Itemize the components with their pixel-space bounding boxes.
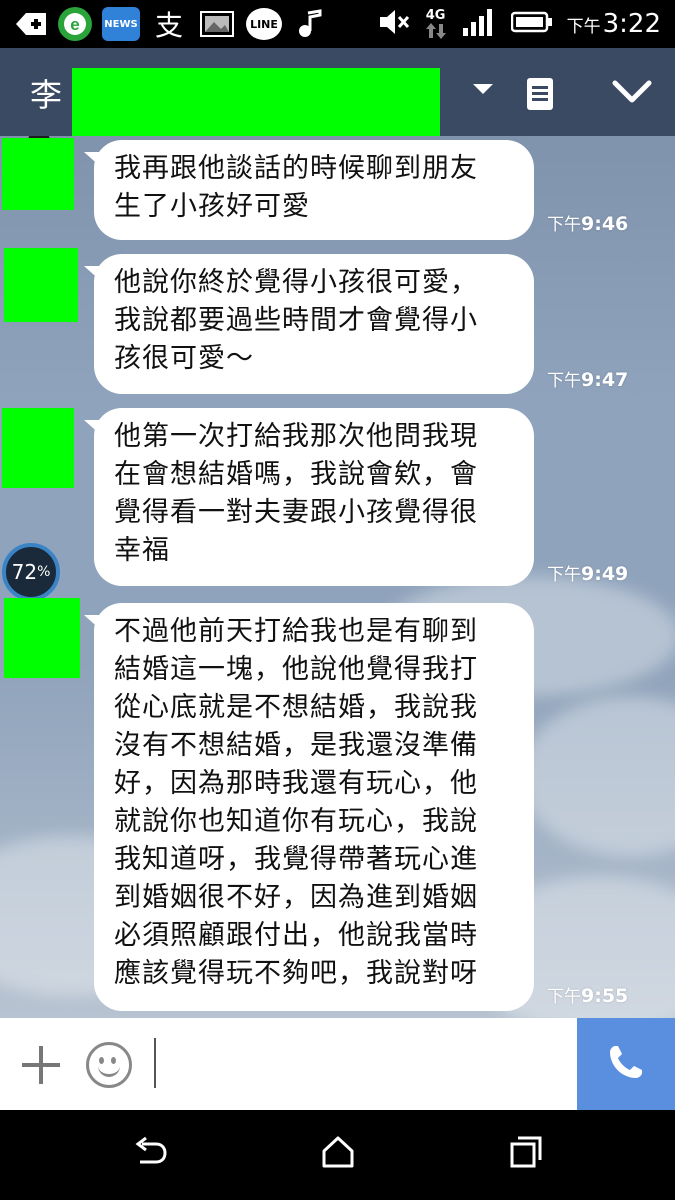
battery-overlay-widget[interactable]: 72%: [2, 543, 60, 601]
avatar-redacted[interactable]: [2, 408, 74, 488]
background-cloud: [520, 696, 675, 856]
home-icon[interactable]: [320, 1134, 356, 1174]
message-input[interactable]: [154, 1038, 156, 1088]
chevron-down-icon[interactable]: [473, 84, 493, 94]
message-line: 從心底就是不想結婚，我說我: [114, 692, 478, 723]
emoji-icon[interactable]: [86, 1042, 132, 1088]
message-time: 下午9:55: [547, 982, 628, 1007]
battery-icon: [510, 10, 553, 38]
call-button[interactable]: [577, 1018, 675, 1110]
zhi-app-label: 支: [154, 9, 183, 42]
battery-overlay-unit: %: [37, 564, 51, 580]
message-time-prefix: 下午: [547, 215, 581, 235]
message-line: 覺得看一對夫妻跟小孩覺得很: [114, 497, 478, 528]
network-4g-icon: 4G: [425, 9, 447, 39]
plus-icon[interactable]: [22, 1046, 60, 1084]
avatar-redacted[interactable]: [4, 248, 78, 322]
news-app-label: NEWS: [104, 18, 138, 30]
avatar-redacted[interactable]: [2, 138, 74, 210]
message-line: 他說你終於覺得小孩很可愛，: [114, 267, 478, 298]
system-status: 4G 下午3:22: [377, 6, 661, 42]
battery-overlay-value: 72: [11, 560, 38, 584]
clock-time: 3:22: [602, 9, 661, 39]
message-line: 應該覺得玩不夠吧，我說對呀: [114, 958, 478, 989]
message-time: 下午9:49: [547, 560, 628, 585]
message-bubble[interactable]: 他第一次打給我那次他問我現 在會想結婚嗎，我說會欸，會 覺得看一對夫妻跟小孩覺得…: [84, 408, 534, 586]
message-line: 孩很可愛～: [114, 343, 254, 374]
message-line: 不過他前天打給我也是有聊到: [114, 616, 478, 647]
message-input-bar: [0, 1018, 675, 1110]
message-line: 我說都要過些時間才會覺得小: [114, 305, 478, 336]
browser-e-icon: e: [58, 7, 92, 41]
system-nav-bar: [0, 1110, 675, 1200]
message-time-prefix: 下午: [547, 565, 581, 585]
message-line: 生了小孩好可愛: [114, 191, 310, 222]
message-time-value: 9:55: [581, 985, 629, 1007]
music-note-icon: [292, 7, 330, 41]
message-line: 沒有不想結婚，是我還沒準備: [114, 730, 478, 761]
line-app-icon: LINE: [246, 8, 282, 40]
message-line: 結婚這一塊，他說他覺得我打: [114, 654, 478, 685]
network-type-label: 4G: [425, 8, 446, 23]
plus-badge-icon: [14, 7, 48, 41]
collapse-chevron-icon[interactable]: [612, 78, 652, 110]
message-line: 在會想結婚嗎，我說會欸，會: [114, 459, 478, 490]
message-time: 下午9:46: [547, 210, 628, 235]
notification-icons: e NEWS 支 LINE: [14, 6, 330, 42]
status-bar: e NEWS 支 LINE 4G 下午3:22: [0, 0, 675, 48]
message-line: 他第一次打給我那次他問我現: [114, 421, 478, 452]
message-line: 必須照顧跟付出，他說我當時: [114, 920, 478, 951]
message-bubble[interactable]: 他說你終於覺得小孩很可愛， 我說都要過些時間才會覺得小 孩很可愛～: [84, 254, 534, 394]
message-time-value: 9:49: [581, 563, 629, 585]
message-line: 到婚姻很不好，因為進到婚姻: [114, 882, 478, 913]
message-bubble[interactable]: 我再跟他談話的時候聊到朋友 生了小孩好可愛: [84, 140, 534, 240]
message-time: 下午9:47: [547, 366, 628, 391]
message-bubble[interactable]: 不過他前天打給我也是有聊到 結婚這一塊，他說他覺得我打 從心底就是不想結婚，我說…: [84, 603, 534, 1011]
chat-header: 李: [0, 48, 675, 158]
message-time-prefix: 下午: [547, 371, 581, 391]
clock-prefix: 下午: [566, 17, 601, 37]
chat-message-list[interactable]: 我再跟他談話的時候聊到朋友 生了小孩好可愛 下午9:46 他說你終於覺得小孩很可…: [0, 136, 675, 1018]
clock: 下午3:22: [567, 9, 661, 39]
message-line: 好，因為那時我還有玩心，他: [114, 768, 478, 799]
signal-icon: [461, 6, 497, 42]
message-time-prefix: 下午: [547, 987, 581, 1007]
message-line: 幸福: [114, 535, 170, 566]
notes-icon[interactable]: [527, 78, 553, 110]
message-time-value: 9:46: [581, 213, 629, 235]
message-line: 我知道呀，我覺得帶著玩心進: [114, 844, 478, 875]
svg-text:e: e: [70, 15, 79, 34]
message-time-value: 9:47: [581, 369, 629, 391]
line-app-label: LINE: [250, 17, 278, 31]
gallery-icon: [198, 7, 236, 41]
zhi-app-icon: 支: [150, 7, 188, 42]
recent-apps-icon[interactable]: [508, 1134, 544, 1174]
mute-icon: [377, 7, 411, 41]
message-line: 就說你也知道你有玩心，我說: [114, 806, 478, 837]
back-icon[interactable]: [132, 1134, 168, 1174]
avatar-redacted[interactable]: [4, 598, 80, 678]
news-app-icon: NEWS: [102, 7, 140, 41]
chat-title[interactable]: 李: [30, 70, 62, 116]
message-line: 我再跟他談話的時候聊到朋友: [114, 153, 478, 184]
phone-icon: [606, 1042, 646, 1086]
